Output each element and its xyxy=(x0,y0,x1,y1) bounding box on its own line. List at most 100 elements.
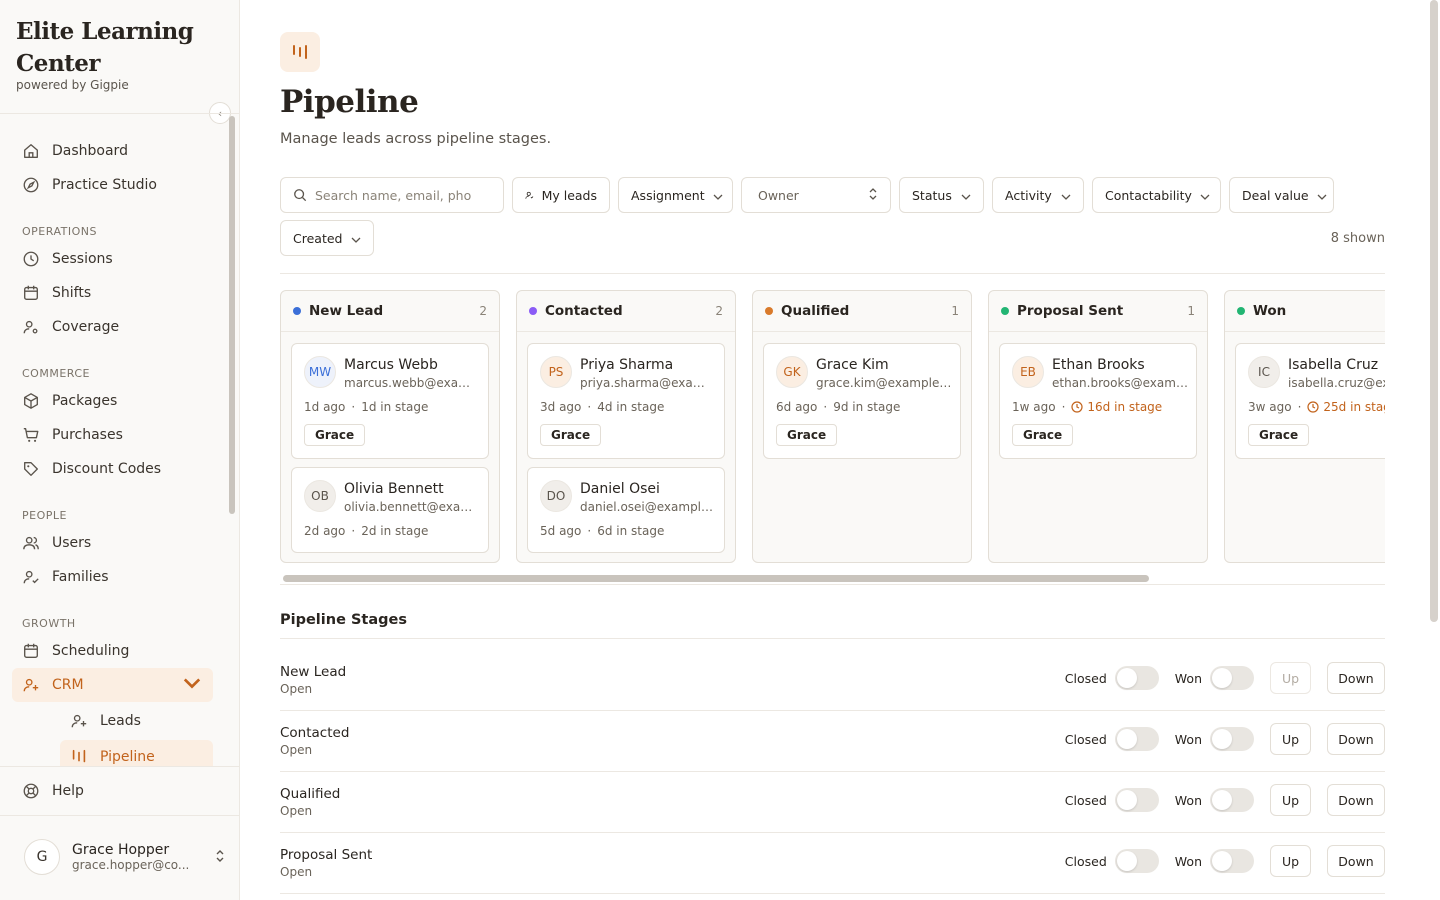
user-email: grace.hopper@co... xyxy=(72,858,190,872)
package-icon xyxy=(24,393,38,409)
sidebar-item-label: Scheduling xyxy=(52,643,130,659)
search-input[interactable]: Search name, email, pho xyxy=(280,177,504,213)
pipeline-stages-title: Pipeline Stages xyxy=(280,612,407,628)
sidebar-item-crm[interactable]: CRM xyxy=(12,668,213,702)
lead-card[interactable]: MW Marcus Webb marcus.webb@example.com 1d a… xyxy=(291,343,489,459)
stage-name: Contacted xyxy=(280,725,350,741)
closed-label: Closed xyxy=(1064,731,1107,747)
sidebar-item-scheduling[interactable]: Scheduling xyxy=(12,634,213,668)
lead-email: priya.sharma@example.com xyxy=(580,376,716,390)
lead-card[interactable]: PS Priya Sharma priya.sharma@example.com 3d… xyxy=(527,343,725,459)
move-up-button[interactable]: Up xyxy=(1270,723,1311,755)
status-filter[interactable]: Status xyxy=(899,177,984,213)
board-scrollbar[interactable] xyxy=(283,575,1149,582)
sidebar-item-packages[interactable]: Packages xyxy=(12,384,213,418)
avatar: PS xyxy=(540,356,572,388)
chevron-down-icon xyxy=(351,231,361,246)
move-down-button[interactable]: Down xyxy=(1327,784,1385,816)
move-up-button[interactable]: Up xyxy=(1270,784,1311,816)
compass-icon xyxy=(23,177,39,193)
lead-card[interactable]: DO Daniel Osei daniel.osei@example.com 5d a… xyxy=(527,467,725,553)
sidebar-scrollbar[interactable] xyxy=(229,116,235,514)
stage-controls: Closed Won Up Down xyxy=(1065,723,1385,755)
sidebar-item-shifts[interactable]: Shifts xyxy=(12,276,213,310)
user-menu[interactable]: G Grace Hopper grace.hopper@co... xyxy=(16,830,226,884)
chevron-down-icon xyxy=(961,188,971,203)
move-down-button[interactable]: Down xyxy=(1327,723,1385,755)
pipeline-column-proposal-sent: Proposal Sent 1 EB Ethan Brooks ethan.brooks… xyxy=(988,290,1208,563)
chevron-down-icon xyxy=(1200,188,1210,203)
brand-subtitle: powered by Gigpie xyxy=(16,78,129,92)
move-down-button[interactable]: Down xyxy=(1327,845,1385,877)
deal-value-label: Deal value xyxy=(1242,187,1309,203)
avatar: OB xyxy=(304,480,336,512)
owner-label: Owner xyxy=(758,187,799,203)
move-down-button[interactable]: Down xyxy=(1327,662,1385,694)
sidebar-item-discount-codes[interactable]: Discount Codes xyxy=(12,452,213,486)
separator-dot: · xyxy=(1297,400,1302,414)
page-title: Pipeline xyxy=(280,84,419,120)
deal-value-filter[interactable]: Deal value xyxy=(1229,177,1334,213)
column-count: 1 xyxy=(951,304,959,318)
sidebar-item-families[interactable]: Families xyxy=(12,560,213,594)
sidebar-item-help[interactable]: Help xyxy=(12,774,213,808)
my-leads-label: My leads xyxy=(541,187,597,203)
sidebar-subitem-pipeline[interactable]: Pipeline xyxy=(60,740,213,766)
pipeline-column-won: Won IC Isabella Cruz isabella.cruz@example.… xyxy=(1224,290,1385,563)
column-header: Proposal Sent 1 xyxy=(989,291,1207,332)
stage-color-dot xyxy=(1237,307,1245,315)
won-toggle[interactable] xyxy=(1210,849,1254,873)
stage-color-dot xyxy=(529,307,537,315)
brand-title: Elite Learning Center xyxy=(16,18,194,77)
contactability-filter[interactable]: Contactability xyxy=(1092,177,1221,213)
sidebar-item-sessions[interactable]: Sessions xyxy=(12,242,213,276)
move-up-button[interactable]: Up xyxy=(1270,845,1311,877)
closed-label: Closed xyxy=(1064,792,1107,808)
activity-filter[interactable]: Activity xyxy=(992,177,1084,213)
won-toggle[interactable] xyxy=(1210,788,1254,812)
my-leads-button[interactable]: My leads xyxy=(512,177,610,213)
lead-card[interactable]: IC Isabella Cruz isabella.cruz@example.com… xyxy=(1235,343,1385,459)
pipeline-column-qualified: Qualified 1 GK Grace Kim grace.kim@example.c… xyxy=(752,290,972,563)
won-toggle[interactable] xyxy=(1210,727,1254,751)
lead-email: daniel.osei@example.com xyxy=(580,500,716,514)
won-label: Won xyxy=(1174,731,1202,747)
time-in-stage: 9d in stage xyxy=(833,400,901,414)
cart-icon xyxy=(23,428,39,442)
sidebar-item-label: Help xyxy=(52,783,84,799)
lead-card[interactable]: EB Ethan Brooks ethan.brooks@example.com 1w… xyxy=(999,343,1197,459)
assignment-filter[interactable]: Assignment xyxy=(618,177,733,213)
sidebar-item-label: Sessions xyxy=(52,251,113,267)
sidebar-item-dashboard[interactable]: Dashboard xyxy=(12,134,213,168)
page-scrollbar[interactable] xyxy=(1430,0,1438,622)
lead-age: 1d ago xyxy=(304,400,346,414)
stage-row-new-lead: New Lead Open Closed Won Up Down xyxy=(280,650,1385,711)
lead-card[interactable]: GK Grace Kim grace.kim@example.com 6d ago · 9… xyxy=(763,343,961,459)
created-filter[interactable]: Created xyxy=(280,220,374,256)
sidebar-item-purchases[interactable]: Purchases xyxy=(12,418,213,452)
sidebar-item-users[interactable]: Users xyxy=(12,526,213,560)
sidebar-item-coverage[interactable]: Coverage xyxy=(12,310,213,344)
lead-card[interactable]: OB Olivia Bennett olivia.bennett@example.c… xyxy=(291,467,489,553)
closed-toggle[interactable] xyxy=(1114,788,1159,812)
owner-tag: Grace xyxy=(776,424,838,446)
closed-toggle[interactable] xyxy=(1114,666,1159,690)
lead-email: grace.kim@example.com xyxy=(816,376,952,390)
section-header: PEOPLE xyxy=(22,509,67,522)
closed-toggle[interactable] xyxy=(1114,849,1159,873)
sidebar-item-practice-studio[interactable]: Practice Studio xyxy=(12,168,213,202)
move-up-button[interactable]: Up xyxy=(1270,662,1311,694)
chevron-down-icon xyxy=(713,188,723,203)
closed-toggle[interactable] xyxy=(1114,727,1159,751)
lead-meta: 6d ago · 9d in stage xyxy=(776,400,900,414)
pipeline-column-new-lead: New Lead 2 MW Marcus Webb marcus.webb@exampl… xyxy=(280,290,500,563)
stage-color-dot xyxy=(765,307,773,315)
sidebar-subitem-leads[interactable]: Leads xyxy=(12,704,213,738)
lead-email: marcus.webb@example.com xyxy=(344,376,480,390)
column-title: New Lead xyxy=(309,303,384,319)
won-toggle[interactable] xyxy=(1210,666,1254,690)
owner-select[interactable]: Owner xyxy=(741,177,891,213)
sidebar-nav: Dashboard Practice Studio OPERATIONS Sessio… xyxy=(12,134,213,766)
chevron-up-down-icon xyxy=(868,187,878,204)
separator-dot: · xyxy=(1061,400,1066,414)
